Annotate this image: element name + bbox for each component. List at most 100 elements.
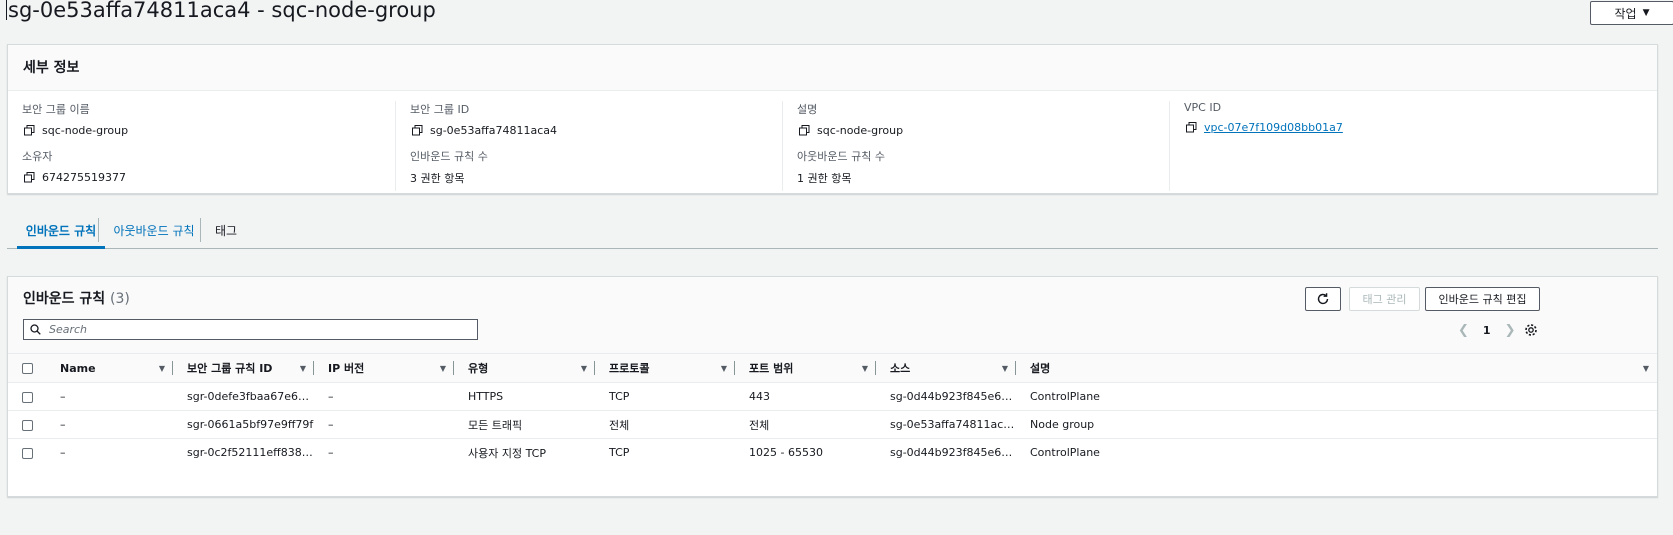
sort-down-icon: ▼ bbox=[1642, 363, 1649, 373]
cell-protocol: TCP bbox=[595, 382, 735, 411]
rules-title: 인바운드 규칙 bbox=[23, 291, 106, 307]
copy-icon[interactable] bbox=[22, 123, 36, 137]
cell-source: sg-0d44b923f845e61... bbox=[890, 446, 1016, 460]
field-inbound-count: 인바운드 규칙 수 3 권한 항목 bbox=[410, 148, 488, 186]
sort-down-icon: ▼ bbox=[1001, 363, 1008, 373]
page-title: sg-0e53affa74811aca4 - sqc-node-group bbox=[6, 0, 436, 22]
details-column-1: 보안 그룹 이름 sqc-node-group 소유자 674275519377 bbox=[8, 101, 394, 191]
sort-down-icon: ▼ bbox=[720, 363, 727, 373]
column-header-protocol[interactable]: 프로토콜 ▼ bbox=[595, 354, 735, 382]
field-label: VPC ID bbox=[1184, 101, 1222, 114]
field-value: sg-0e53affa74811aca4 bbox=[430, 123, 558, 137]
edit-inbound-rules-button[interactable]: 인바운드 규칙 편집 bbox=[1425, 287, 1540, 311]
rules-count: (3) bbox=[110, 291, 130, 307]
sort-down-icon: ▼ bbox=[439, 363, 446, 373]
cell-protocol: TCP bbox=[609, 446, 630, 460]
cell-name: – bbox=[46, 410, 173, 439]
settings-icon[interactable] bbox=[1524, 322, 1538, 341]
details-heading: 세부 정보 bbox=[8, 45, 1657, 91]
copy-icon[interactable] bbox=[1184, 120, 1198, 134]
cell-rule-id: sgr-0defe3fbaa67e6816 bbox=[173, 382, 314, 411]
field-label: 보안 그룹 ID bbox=[410, 103, 470, 116]
details-column-4: VPC ID vpc-07e7f109d08bb01a7 bbox=[1169, 101, 1658, 191]
text-cursor bbox=[6, 0, 7, 20]
tab-inbound-rules[interactable]: 인바운드 규칙 bbox=[17, 212, 105, 249]
column-header-ip-version[interactable]: IP 버전 ▼ bbox=[314, 354, 454, 382]
refresh-icon bbox=[1317, 293, 1329, 305]
field-sg-id: 보안 그룹 ID sg-0e53affa74811aca4 bbox=[410, 101, 557, 137]
field-label: 아웃바운드 규칙 수 bbox=[797, 150, 885, 163]
field-vpc-id: VPC ID vpc-07e7f109d08bb01a7 bbox=[1184, 101, 1343, 134]
cell-type: HTTPS bbox=[454, 382, 595, 411]
field-description: 설명 sqc-node-group bbox=[797, 101, 903, 137]
tab-separator bbox=[98, 218, 99, 242]
sort-down-icon: ▼ bbox=[158, 363, 165, 373]
actions-button[interactable]: 작업 ▼ bbox=[1590, 1, 1673, 25]
actions-button-label: 작업 bbox=[1614, 6, 1637, 21]
cell-description: Node group bbox=[1016, 410, 1657, 439]
column-header-source[interactable]: 소스 ▼ bbox=[876, 354, 1016, 382]
field-sg-name: 보안 그룹 이름 sqc-node-group bbox=[22, 101, 128, 137]
sort-down-icon: ▼ bbox=[580, 363, 587, 373]
row-checkbox[interactable] bbox=[22, 447, 33, 459]
table-row[interactable]: – sgr-0c2f52111eff8388d – 사용자 지정 TCP TCP… bbox=[8, 439, 1657, 467]
field-label: 인바운드 규칙 수 bbox=[410, 150, 488, 163]
caret-down-icon: ▼ bbox=[1642, 8, 1650, 18]
search-box bbox=[23, 319, 478, 340]
table-row[interactable]: – sgr-0defe3fbaa67e6816 – HTTPS TCP 443 … bbox=[8, 382, 1657, 411]
search-icon bbox=[30, 324, 41, 335]
row-checkbox[interactable] bbox=[22, 391, 33, 403]
search-input[interactable] bbox=[47, 322, 467, 337]
column-header-name[interactable]: Name ▼ bbox=[46, 354, 173, 382]
field-owner: 소유자 674275519377 bbox=[22, 148, 126, 184]
row-checkbox[interactable] bbox=[22, 419, 33, 431]
refresh-button[interactable] bbox=[1305, 287, 1341, 311]
table-row[interactable]: – sgr-0661a5bf97e9ff79f – 모든 트래픽 전체 전체 s… bbox=[8, 410, 1657, 439]
cell-description: ControlPlane bbox=[1016, 382, 1657, 411]
column-header-rule-id[interactable]: 보안 그룹 규칙 ID ▼ bbox=[173, 354, 314, 382]
cell-type: 사용자 지정 TCP bbox=[468, 446, 546, 460]
cell-port-range: 전체 bbox=[735, 410, 876, 439]
details-column-2: 보안 그룹 ID sg-0e53affa74811aca4 인바운드 규칙 수 … bbox=[395, 101, 781, 191]
cell-ip-version: – bbox=[328, 446, 334, 460]
field-value: 3 권한 항목 bbox=[410, 172, 465, 185]
tab-outbound-rules[interactable]: 아웃바운드 규칙 bbox=[104, 212, 204, 248]
cell-ip-version: – bbox=[314, 382, 454, 411]
copy-icon[interactable] bbox=[22, 170, 36, 184]
column-header-port-range[interactable]: 포트 범위 ▼ bbox=[735, 354, 876, 382]
chevron-right-icon[interactable]: ❯ bbox=[1505, 323, 1516, 338]
field-value: 1 권한 항목 bbox=[797, 172, 852, 185]
cell-port-range: 443 bbox=[735, 382, 876, 411]
chevron-left-icon[interactable]: ❮ bbox=[1458, 323, 1469, 338]
copy-icon[interactable] bbox=[410, 123, 424, 137]
field-label: 보안 그룹 이름 bbox=[22, 103, 90, 116]
column-header-type[interactable]: 유형 ▼ bbox=[454, 354, 595, 382]
cell-ip-version: – bbox=[314, 410, 454, 439]
tab-bar: 인바운드 규칙 아웃바운드 규칙 태그 bbox=[7, 212, 1658, 249]
rules-table: Name ▼ 보안 그룹 규칙 ID ▼ IP 버전 ▼ 유형 ▼ 프로토콜 ▼ 포트 범… bbox=[8, 353, 1657, 467]
details-grid: 보안 그룹 이름 sqc-node-group 소유자 674275519377… bbox=[8, 91, 1657, 194]
cell-source: sg-0d44b923f845e61... bbox=[876, 382, 1016, 411]
vpc-id-link[interactable]: vpc-07e7f109d08bb01a7 bbox=[1204, 121, 1343, 134]
pagination: ❮ 1 ❯ bbox=[1458, 321, 1515, 339]
field-outbound-count: 아웃바운드 규칙 수 1 권한 항목 bbox=[797, 148, 885, 186]
cell-port-range: 1025 - 65530 bbox=[749, 446, 823, 460]
page-number[interactable]: 1 bbox=[1483, 324, 1491, 337]
field-label: 소유자 bbox=[22, 150, 53, 163]
sort-down-icon: ▼ bbox=[299, 363, 306, 373]
field-value: sqc-node-group bbox=[42, 123, 129, 137]
rules-heading: 인바운드 규칙 (3) bbox=[23, 288, 130, 308]
copy-icon[interactable] bbox=[797, 123, 811, 137]
field-value: 674275519377 bbox=[42, 170, 126, 184]
manage-tags-button[interactable]: 태그 관리 bbox=[1349, 287, 1420, 311]
cell-rule-id: sgr-0c2f52111eff8388d bbox=[187, 446, 314, 460]
cell-description: ControlPlane bbox=[1030, 446, 1100, 460]
field-label: 설명 bbox=[797, 103, 818, 116]
tab-tags[interactable]: 태그 bbox=[206, 212, 246, 248]
field-value: sqc-node-group bbox=[817, 123, 904, 137]
sort-down-icon: ▼ bbox=[861, 363, 868, 373]
cell-rule-id: sgr-0661a5bf97e9ff79f bbox=[173, 410, 314, 439]
select-all-checkbox[interactable] bbox=[22, 362, 33, 374]
tab-separator bbox=[200, 218, 201, 242]
column-header-description[interactable]: 설명 ▼ bbox=[1016, 354, 1657, 382]
